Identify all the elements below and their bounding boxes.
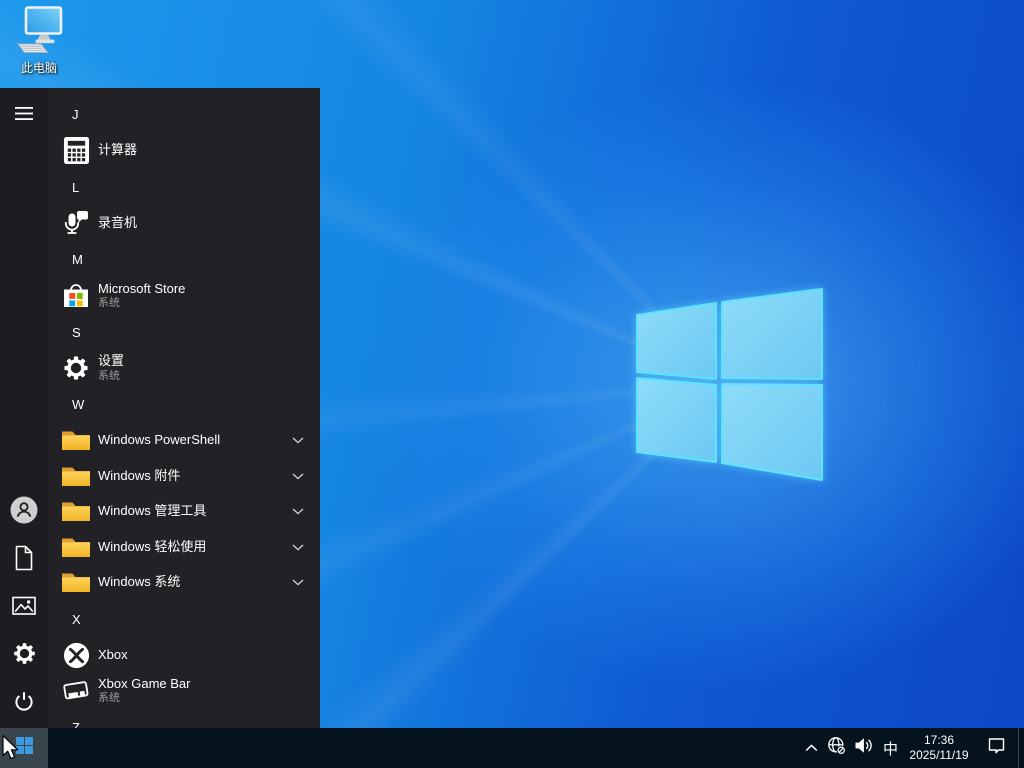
- app-item-text: 计算器: [98, 143, 137, 158]
- xbox-icon: [60, 639, 92, 671]
- app-item-text: Windows 附件: [98, 467, 181, 484]
- app-item-label: Xbox Game Bar: [98, 675, 191, 691]
- app-item[interactable]: 设置 系统: [48, 351, 320, 387]
- app-item-label: Windows 管理工具: [98, 503, 207, 519]
- chevron-up-icon: [805, 739, 818, 757]
- folder-icon: [60, 531, 92, 563]
- power-button[interactable]: [0, 680, 48, 728]
- show-desktop-button[interactable]: [1018, 728, 1024, 768]
- app-item-text: Xbox: [98, 646, 128, 663]
- gear-icon: [60, 352, 92, 384]
- section-header-S[interactable]: S: [48, 314, 320, 351]
- folder-icon: [60, 496, 92, 528]
- system-tray: 中 17:36 2025/11/19: [799, 728, 1024, 768]
- start-app-list: J 计算器 L 录音机 M Microsoft Store 系统 S 设置 系统 W Windows …: [48, 88, 320, 728]
- chevron-down-icon[interactable]: [286, 473, 310, 480]
- app-item-text: 设置 系统: [98, 354, 124, 382]
- section-header-X[interactable]: X: [48, 601, 320, 638]
- section-header-L[interactable]: L: [48, 169, 320, 206]
- app-item-label: Windows 附件: [98, 467, 181, 483]
- gamebar-icon: [60, 675, 92, 707]
- chevron-down-icon[interactable]: [286, 508, 310, 515]
- app-item-label: Windows PowerShell: [98, 432, 221, 448]
- windows-wallpaper-logo: [636, 288, 823, 481]
- app-item-text: Xbox Game Bar 系统: [98, 675, 191, 705]
- chevron-down-icon[interactable]: [286, 437, 310, 444]
- app-item-text: Windows 管理工具: [98, 504, 206, 519]
- power-icon: [11, 689, 37, 720]
- start-menu: J 计算器 L 录音机 M Microsoft Store 系统 S 设置 系统 W Windows …: [0, 88, 320, 728]
- microphone-icon: [60, 207, 92, 239]
- app-item-text: 录音机: [98, 214, 138, 231]
- user-icon: [9, 495, 39, 530]
- ime-indicator[interactable]: 中: [877, 728, 904, 768]
- app-item-sublabel: 系统: [98, 369, 120, 382]
- action-center-icon: [987, 736, 1006, 760]
- settings-button[interactable]: [0, 632, 48, 680]
- app-item[interactable]: 计算器: [48, 133, 320, 169]
- app-item[interactable]: Windows PowerShell: [48, 423, 320, 459]
- mouse-cursor: [2, 735, 20, 766]
- app-item[interactable]: Xbox Game Bar 系统: [48, 673, 320, 709]
- app-item-text: Windows 轻松使用: [98, 538, 207, 555]
- globe-no-internet-icon: [827, 736, 846, 760]
- app-item-sublabel: 系统: [98, 297, 120, 310]
- hamburger-icon: [15, 106, 33, 126]
- this-pc-label: 此电脑: [20, 61, 57, 75]
- folder-icon: [60, 567, 92, 599]
- app-item-label: 计算器: [98, 142, 138, 158]
- app-item-label: Xbox: [98, 646, 128, 662]
- pictures-button[interactable]: [0, 584, 48, 632]
- app-item-label: Microsoft Store: [98, 280, 186, 296]
- app-item[interactable]: Windows 轻松使用: [48, 530, 320, 566]
- folder-icon: [60, 460, 92, 492]
- section-header-Z[interactable]: Z: [48, 709, 320, 729]
- chevron-down-icon[interactable]: [286, 544, 310, 551]
- hidden-icons-button[interactable]: [799, 728, 823, 768]
- app-item-text: Windows PowerShell: [98, 433, 220, 448]
- app-item[interactable]: Microsoft Store 系统: [48, 278, 320, 314]
- pictures-icon: [12, 596, 36, 621]
- taskbar-clock[interactable]: 17:36 2025/11/19: [904, 728, 974, 768]
- taskbar-empty-area: [48, 728, 799, 768]
- app-item-text: Microsoft Store 系统: [98, 280, 186, 310]
- this-pc-icon: [14, 5, 64, 60]
- app-item[interactable]: 录音机: [48, 206, 320, 242]
- gear-icon: [12, 641, 37, 671]
- user-account-button[interactable]: [0, 488, 48, 536]
- app-item[interactable]: Windows 系统: [48, 565, 320, 601]
- app-item[interactable]: Windows 附件: [48, 459, 320, 495]
- app-item-label: Windows 系统: [98, 574, 181, 590]
- clock-time: 17:36: [923, 733, 955, 747]
- volume-tray-button[interactable]: [850, 728, 877, 768]
- store-icon: [60, 280, 92, 312]
- speaker-icon: [854, 737, 873, 759]
- section-header-W[interactable]: W: [48, 386, 320, 423]
- app-item-sublabel: 系统: [98, 692, 120, 705]
- desktop: 此电脑 J 计算器 L 录音机 M Microsoft Store 系统 S 设…: [0, 0, 1024, 768]
- section-header-M[interactable]: M: [48, 241, 320, 278]
- taskbar: 中 17:36 2025/11/19: [0, 728, 1024, 768]
- folder-icon: [60, 425, 92, 457]
- app-item-text: Windows 系统: [98, 575, 180, 590]
- app-item-label: 设置: [98, 353, 125, 369]
- network-tray-button[interactable]: [823, 728, 850, 768]
- document-icon: [13, 545, 35, 576]
- app-item[interactable]: Xbox: [48, 638, 320, 674]
- desktop-icon-this-pc[interactable]: 此电脑: [5, 5, 73, 75]
- app-item-label: 录音机: [98, 214, 138, 230]
- calculator-icon: [60, 135, 92, 167]
- action-center-button[interactable]: [974, 728, 1018, 768]
- app-item-label: Windows 轻松使用: [98, 538, 207, 554]
- start-menu-rail: [0, 88, 48, 728]
- menu-expand-button[interactable]: [0, 92, 48, 140]
- clock-date: 2025/11/19: [909, 748, 969, 762]
- app-item[interactable]: Windows 管理工具: [48, 494, 320, 530]
- chevron-down-icon[interactable]: [286, 579, 310, 586]
- section-header-J[interactable]: J: [48, 96, 320, 133]
- documents-button[interactable]: [0, 536, 48, 584]
